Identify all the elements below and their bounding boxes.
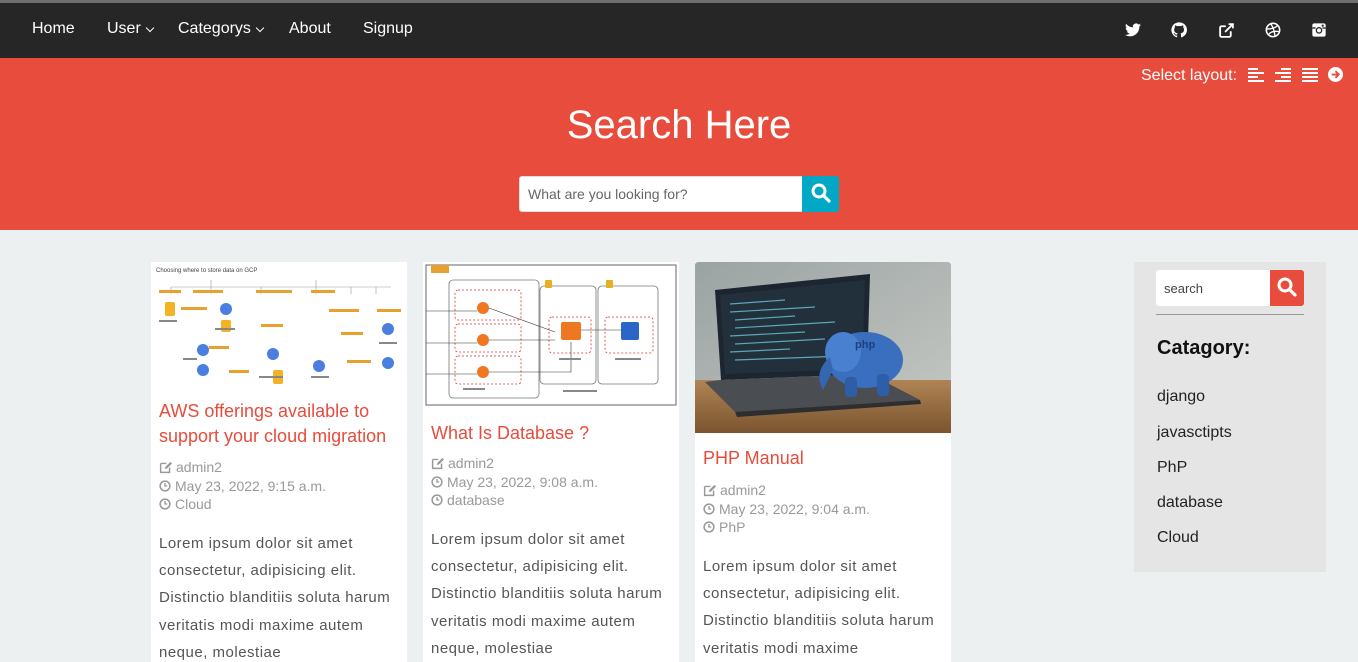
category-link-cloud[interactable]: Cloud	[1157, 529, 1199, 547]
chevron-down-icon	[255, 23, 265, 33]
post-date: May 23, 2022, 9:15 a.m.	[175, 477, 326, 494]
image-text: php	[855, 339, 875, 351]
arrow-circle-right-icon[interactable]	[1328, 67, 1344, 82]
post-meta: admin2 May 23, 2022, 9:04 a.m. PhP	[703, 481, 870, 537]
category-heading: Catagory:	[1157, 337, 1251, 359]
post-card[interactable]: Choosing where to store data on GCP AWS …	[151, 262, 407, 662]
nav-user-dropdown[interactable]: User	[107, 20, 155, 38]
post-card[interactable]: What Is Database ? admin2 May 23, 2022, …	[423, 262, 679, 662]
chevron-down-icon	[145, 23, 155, 33]
nav-home[interactable]: Home	[32, 20, 75, 38]
post-image-database-diagram[interactable]	[423, 262, 679, 407]
post-category[interactable]: database	[447, 491, 505, 510]
post-card[interactable]: php PHP Manual admin2 May 23, 2022, 9:04…	[695, 262, 951, 662]
nav-home-label: Home	[32, 20, 75, 37]
clock-icon	[703, 503, 715, 515]
post-title[interactable]: PHP Manual	[703, 446, 943, 471]
post-title[interactable]: What Is Database ?	[431, 421, 671, 446]
twitter-icon[interactable]	[1124, 21, 1142, 39]
post-date: May 23, 2022, 9:08 a.m.	[447, 473, 598, 490]
category-link-database[interactable]: database	[1157, 494, 1223, 512]
category-link-php[interactable]: PhP	[1157, 459, 1187, 477]
nav-signup-label: Signup	[363, 20, 413, 37]
post-author[interactable]: admin2	[176, 458, 222, 477]
align-left-icon[interactable]	[1248, 68, 1264, 82]
post-excerpt: Lorem ipsum dolor sit amet consectetur, …	[431, 531, 663, 657]
post-date: May 23, 2022, 9:04 a.m.	[719, 500, 870, 517]
nav-categorys-label: Categorys	[178, 20, 251, 37]
search-icon	[1277, 277, 1297, 300]
post-image-gcp-flowchart[interactable]: Choosing where to store data on GCP	[151, 262, 407, 392]
layout-label: Select layout:	[1141, 67, 1238, 84]
clock-icon	[703, 521, 715, 533]
post-author[interactable]: admin2	[720, 481, 766, 500]
category-link-javascripts[interactable]: javasctipts	[1157, 424, 1232, 442]
dribbble-icon[interactable]	[1264, 21, 1282, 39]
navbar: Home User Categorys About Signup	[0, 3, 1358, 58]
edit-icon	[431, 457, 444, 469]
instagram-icon[interactable]	[1310, 21, 1328, 39]
image-caption: Choosing where to store data on GCP	[156, 268, 257, 274]
sidebar-search-button[interactable]	[1270, 270, 1304, 306]
post-category[interactable]: Cloud	[175, 495, 212, 514]
sidebar: Catagory: django javasctipts PhP databas…	[1134, 262, 1326, 572]
clock-icon	[431, 476, 443, 488]
search-input[interactable]	[519, 176, 803, 212]
sidebar-search-input[interactable]	[1156, 270, 1270, 306]
category-link-django[interactable]: django	[1157, 388, 1205, 406]
search-icon	[811, 183, 831, 206]
edit-icon	[703, 484, 716, 496]
align-justify-icon[interactable]	[1302, 68, 1318, 82]
post-image-php-elephant[interactable]: php	[695, 262, 951, 433]
clock-icon	[159, 480, 171, 492]
post-excerpt: Lorem ipsum dolor sit amet consectetur, …	[703, 558, 935, 657]
nav-categorys-dropdown[interactable]: Categorys	[178, 20, 265, 38]
search-button[interactable]	[802, 176, 839, 212]
nav-about[interactable]: About	[289, 20, 331, 38]
nav-about-label: About	[289, 20, 331, 37]
align-right-icon[interactable]	[1275, 68, 1291, 82]
edit-icon	[159, 461, 172, 473]
post-meta: admin2 May 23, 2022, 9:08 a.m. database	[431, 454, 598, 510]
post-author[interactable]: admin2	[448, 454, 494, 473]
clock-icon	[431, 494, 443, 506]
post-title[interactable]: AWS offerings available to support your …	[159, 399, 399, 449]
nav-signup[interactable]: Signup	[363, 20, 413, 38]
external-link-icon[interactable]	[1217, 21, 1235, 39]
github-icon[interactable]	[1170, 21, 1188, 39]
post-category[interactable]: PhP	[719, 518, 745, 537]
divider	[1156, 314, 1304, 315]
page-title: Search Here	[566, 103, 792, 147]
clock-icon	[159, 498, 171, 510]
post-excerpt: Lorem ipsum dolor sit amet consectetur, …	[159, 535, 391, 661]
post-meta: admin2 May 23, 2022, 9:15 a.m. Cloud	[159, 458, 326, 514]
hero-banner: Select layout: Search Here	[0, 58, 1358, 230]
nav-user-label: User	[107, 20, 141, 37]
